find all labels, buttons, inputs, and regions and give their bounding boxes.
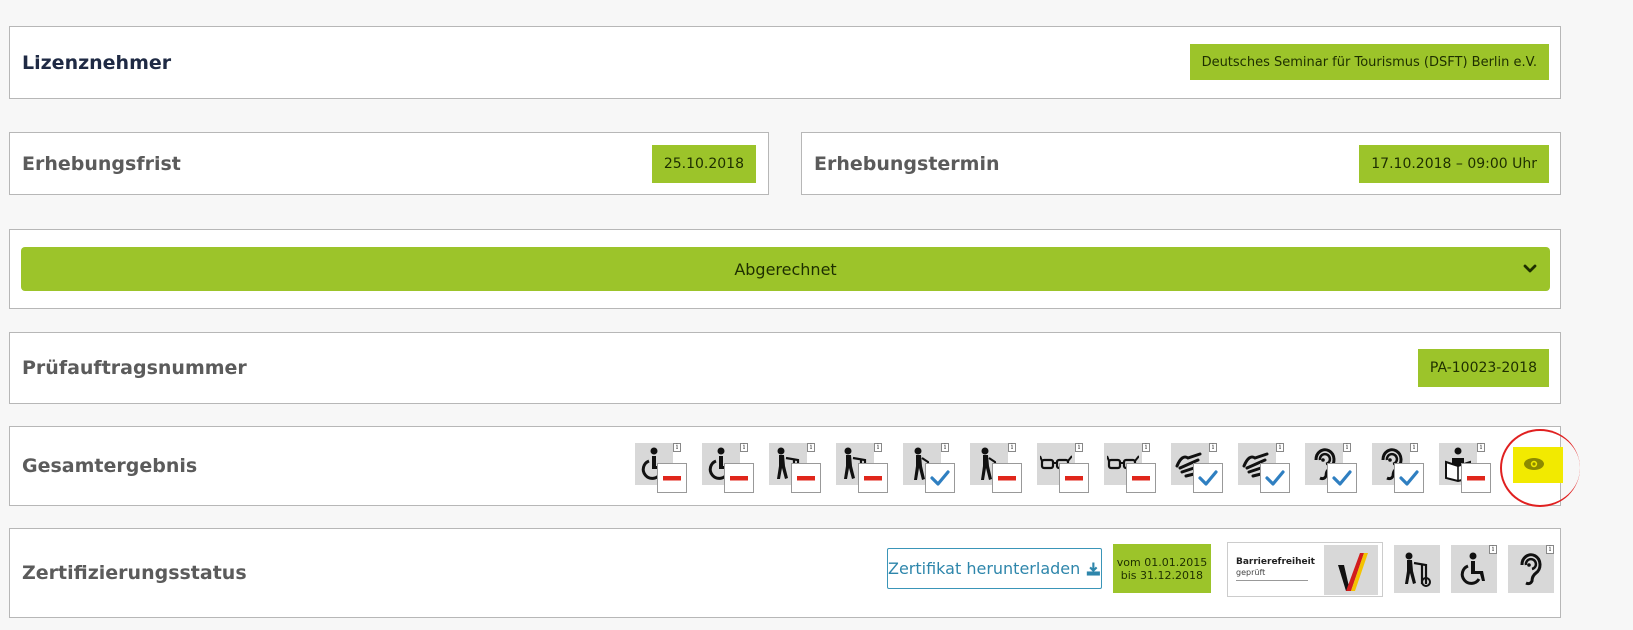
survey-deadline-label: Erhebungsfrist	[22, 152, 181, 175]
licensee-panel: Lizenznehmer Deutsches Seminar für Touri…	[9, 26, 1561, 99]
accessibility-badge: Barrierefreiheit geprüft	[1227, 542, 1383, 597]
info-icon[interactable]: i	[807, 443, 815, 452]
info-icon[interactable]: i	[1489, 545, 1497, 554]
info-icon[interactable]: i	[1008, 443, 1016, 452]
minus-mark-icon	[992, 463, 1022, 493]
cert-hearing-tile: i	[1508, 545, 1556, 593]
minus-mark-icon	[1059, 463, 1089, 493]
info-icon[interactable]: i	[874, 443, 882, 452]
result-tile[interactable]: i	[769, 443, 821, 493]
validity-range: vom 01.01.2015 bis 31.12.2018	[1113, 544, 1211, 593]
download-certificate-label: Zertifikat herunterladen	[888, 559, 1081, 578]
info-icon[interactable]: i	[1546, 545, 1554, 554]
badge-subtitle: geprüft	[1236, 568, 1266, 577]
result-tile[interactable]: i	[1372, 443, 1424, 493]
info-icon[interactable]: i	[1075, 443, 1083, 452]
cert-wheelchair-tile: i	[1451, 545, 1499, 593]
result-icons: iiiiiiiiiiiii	[635, 443, 1535, 499]
survey-date-label: Erhebungstermin	[814, 152, 1000, 175]
info-icon[interactable]: i	[941, 443, 949, 452]
overall-result-label: Gesamtergebnis	[22, 455, 198, 477]
badge-title: Barrierefreiheit	[1236, 557, 1315, 567]
info-icon[interactable]: i	[673, 443, 681, 452]
checkmark-logo-icon	[1324, 545, 1378, 595]
validity-from: vom 01.01.2015	[1116, 555, 1208, 569]
licensee-label: Lizenznehmer	[22, 51, 172, 74]
info-icon[interactable]: i	[740, 443, 748, 452]
minus-mark-icon	[858, 463, 888, 493]
result-tile[interactable]: i	[1037, 443, 1089, 493]
badge-divider	[1236, 580, 1308, 581]
minus-mark-icon	[1461, 463, 1491, 493]
chevron-down-icon	[1523, 264, 1537, 273]
status-panel: Abgerechnet	[9, 229, 1561, 309]
info-icon[interactable]: i	[1276, 443, 1284, 452]
cert-walker-tile	[1394, 545, 1442, 593]
annotation-circle	[1500, 429, 1580, 507]
check-mark-icon	[1394, 463, 1424, 493]
result-tile[interactable]: i	[1238, 443, 1290, 493]
minus-mark-icon	[724, 463, 754, 493]
overall-result-panel: Gesamtergebnis i i i i i i i i i i i i i	[9, 426, 1580, 507]
status-dropdown[interactable]: Abgerechnet	[21, 247, 1550, 291]
survey-deadline-panel: Erhebungsfrist 25.10.2018	[9, 132, 769, 195]
result-tile[interactable]: i	[702, 443, 754, 493]
info-icon[interactable]: i	[1142, 443, 1150, 452]
survey-date-panel: Erhebungstermin 17.10.2018 – 09:00 Uhr	[801, 132, 1561, 195]
check-mark-icon	[1327, 463, 1357, 493]
info-icon[interactable]: i	[1209, 443, 1217, 452]
result-tile[interactable]: i	[836, 443, 888, 493]
result-tile[interactable]: i	[970, 443, 1022, 493]
hearing-icon	[1520, 553, 1542, 586]
licensee-value: Deutsches Seminar für Tourismus (DSFT) B…	[1189, 44, 1549, 80]
check-mark-icon	[1260, 463, 1290, 493]
result-tile[interactable]: i	[1171, 443, 1223, 493]
result-tile[interactable]: i	[1439, 443, 1491, 493]
info-icon[interactable]: i	[1410, 443, 1418, 452]
result-tile[interactable]: i	[635, 443, 687, 493]
order-number-panel: Prüfauftragsnummer PA-10023-2018	[9, 332, 1561, 404]
download-certificate-button[interactable]: Zertifikat herunterladen	[887, 548, 1102, 589]
check-mark-icon	[1193, 463, 1223, 493]
minus-mark-icon	[1126, 463, 1156, 493]
walker-icon	[1405, 552, 1431, 587]
order-number-label: Prüfauftragsnummer	[22, 357, 247, 379]
survey-deadline-value: 25.10.2018	[651, 145, 756, 183]
status-label: Abgerechnet	[734, 259, 837, 279]
result-tile[interactable]: i	[903, 443, 955, 493]
check-mark-icon	[925, 463, 955, 493]
order-number-value: PA-10023-2018	[1417, 349, 1549, 387]
wheelchair-icon	[1460, 552, 1485, 585]
result-tile[interactable]: i	[1305, 443, 1357, 493]
validity-to: bis 31.12.2018	[1120, 568, 1203, 582]
result-tile[interactable]: i	[1104, 443, 1156, 493]
minus-mark-icon	[791, 463, 821, 493]
info-icon[interactable]: i	[1343, 443, 1351, 452]
download-icon	[1087, 561, 1101, 576]
info-icon[interactable]: i	[1477, 443, 1485, 452]
certification-label: Zertifizierungsstatus	[22, 562, 247, 584]
minus-mark-icon	[657, 463, 687, 493]
certification-panel: Zertifizierungsstatus Zertifikat herunte…	[9, 528, 1561, 618]
survey-date-value: 17.10.2018 – 09:00 Uhr	[1359, 145, 1549, 183]
